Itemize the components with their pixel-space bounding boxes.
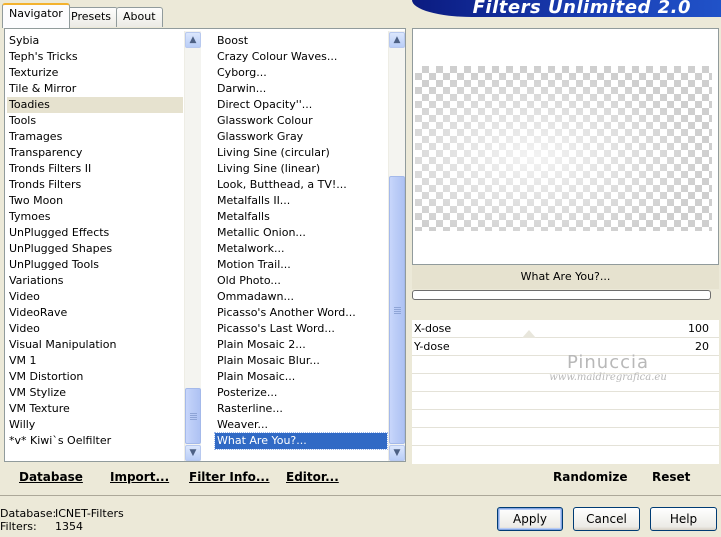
footer-filters-label: Filters: bbox=[0, 520, 37, 533]
param-value: 100 bbox=[688, 322, 709, 335]
scroll-up-icon[interactable]: ▲ bbox=[185, 32, 201, 48]
list-item[interactable]: Two Moon bbox=[7, 193, 183, 209]
cancel-button[interactable]: Cancel bbox=[573, 507, 640, 531]
list-item[interactable]: Texturize bbox=[7, 65, 183, 81]
list-item[interactable]: Tools bbox=[7, 113, 183, 129]
list-item[interactable]: Living Sine (circular) bbox=[215, 145, 387, 161]
param-label: Y-dose bbox=[414, 340, 450, 353]
list-item[interactable]: Visual Manipulation bbox=[7, 337, 183, 353]
footer-database-label: Database: bbox=[0, 507, 57, 520]
watermark: Pinuccia www.maidiregrafica.eu bbox=[498, 352, 718, 383]
list-item[interactable]: Tramages bbox=[7, 129, 183, 145]
list-item[interactable]: Picasso's Last Word... bbox=[215, 321, 387, 337]
list-item[interactable]: Glasswork Gray bbox=[215, 129, 387, 145]
list-item[interactable]: Living Sine (linear) bbox=[215, 161, 387, 177]
list-item[interactable]: Old Photo... bbox=[215, 273, 387, 289]
list-item[interactable]: Boost bbox=[215, 33, 387, 49]
list-item[interactable]: Tymoes bbox=[7, 209, 183, 225]
tab-bar: Navigator Presets About bbox=[0, 0, 400, 28]
database-button[interactable]: Database bbox=[19, 470, 83, 484]
list-item[interactable]: UnPlugged Shapes bbox=[7, 241, 183, 257]
footer-filters-value: 1354 bbox=[55, 520, 83, 533]
list-item[interactable]: Teph's Tricks bbox=[7, 49, 183, 65]
footer-database-value: ICNET-Filters bbox=[55, 507, 124, 520]
list-item[interactable]: Plain Mosaic 2... bbox=[215, 337, 387, 353]
list-item[interactable]: Picasso's Another Word... bbox=[215, 305, 387, 321]
scroll-down-icon[interactable]: ▼ bbox=[389, 445, 405, 461]
filter-scrollbar[interactable]: ▲ ▼ bbox=[388, 31, 405, 461]
selected-filter-title: What Are You?... bbox=[412, 265, 719, 289]
list-item[interactable]: Transparency bbox=[7, 145, 183, 161]
param-label: X-dose bbox=[414, 322, 452, 335]
list-item[interactable]: Plain Mosaic Blur... bbox=[215, 353, 387, 369]
list-item[interactable]: Weaver... bbox=[215, 417, 387, 433]
list-item[interactable]: Rasterline... bbox=[215, 401, 387, 417]
import-button[interactable]: Import... bbox=[110, 470, 169, 484]
editor-button[interactable]: Editor... bbox=[286, 470, 339, 484]
watermark-site: www.maidiregrafica.eu bbox=[549, 372, 667, 383]
tab-presets[interactable]: Presets bbox=[64, 7, 119, 27]
list-item[interactable]: Video bbox=[7, 289, 183, 305]
parameter-panel: X-dose 100 Y-dose 20 Pinuccia www.maidir… bbox=[412, 320, 719, 464]
list-item[interactable]: Ommadawn... bbox=[215, 289, 387, 305]
reset-button[interactable]: Reset bbox=[652, 470, 690, 484]
list-item[interactable]: What Are You?... bbox=[214, 432, 388, 450]
list-item[interactable]: UnPlugged Effects bbox=[7, 225, 183, 241]
list-item[interactable]: Willy bbox=[7, 417, 183, 433]
tab-about[interactable]: About bbox=[116, 7, 163, 27]
list-item[interactable]: Darwin... bbox=[215, 81, 387, 97]
list-item[interactable]: Metalfalls bbox=[215, 209, 387, 225]
list-item[interactable]: Toadies bbox=[7, 97, 183, 113]
list-item[interactable]: VM Stylize bbox=[7, 385, 183, 401]
list-item[interactable]: *v* Kiwi`s Oelfilter bbox=[7, 433, 183, 449]
help-button[interactable]: Help bbox=[650, 507, 717, 531]
list-item[interactable]: UnPlugged Tools bbox=[7, 257, 183, 273]
list-item[interactable]: VideoRave bbox=[7, 305, 183, 321]
list-item[interactable]: VM Distortion bbox=[7, 369, 183, 385]
list-item[interactable]: Tronds Filters bbox=[7, 177, 183, 193]
scroll-down-icon[interactable]: ▼ bbox=[185, 445, 201, 461]
list-item[interactable]: Plain Mosaic... bbox=[215, 369, 387, 385]
list-item[interactable]: Glasswork Colour bbox=[215, 113, 387, 129]
category-list: Sybia Teph's Tricks Texturize Tile & Mirror… bbox=[7, 33, 183, 449]
list-item[interactable]: Posterize... bbox=[215, 385, 387, 401]
progress-bar bbox=[412, 290, 711, 300]
list-item[interactable]: VM 1 bbox=[7, 353, 183, 369]
list-item[interactable]: Video bbox=[7, 321, 183, 337]
list-item[interactable]: Tronds Filters II bbox=[7, 161, 183, 177]
randomize-button[interactable]: Randomize bbox=[553, 470, 627, 484]
category-scroll-thumb[interactable] bbox=[185, 388, 201, 444]
filter-scroll-thumb[interactable] bbox=[389, 176, 405, 444]
watermark-name: Pinuccia bbox=[566, 352, 650, 373]
list-item[interactable]: Metallic Onion... bbox=[215, 225, 387, 241]
preview-panel bbox=[412, 28, 719, 265]
list-item[interactable]: Motion Trail... bbox=[215, 257, 387, 273]
category-scrollbar[interactable]: ▲ ▼ bbox=[184, 31, 201, 461]
list-item[interactable]: Metalfalls II... bbox=[215, 193, 387, 209]
list-item[interactable]: Crazy Colour Waves... bbox=[215, 49, 387, 65]
tab-navigator[interactable]: Navigator bbox=[2, 3, 70, 28]
list-item[interactable]: VM Texture bbox=[7, 401, 183, 417]
apply-button[interactable]: Apply bbox=[497, 507, 563, 531]
filter-list: Boost Crazy Colour Waves... Cyborg... Darwi… bbox=[214, 33, 388, 450]
list-item[interactable]: Metalwork... bbox=[215, 241, 387, 257]
param-row-x-dose[interactable]: X-dose 100 bbox=[412, 320, 719, 338]
header-banner: Filters Unlimited 2.0 bbox=[412, 0, 721, 18]
filter-info-button[interactable]: Filter Info... bbox=[189, 470, 270, 484]
list-item[interactable]: Variations bbox=[7, 273, 183, 289]
list-item[interactable]: Tile & Mirror bbox=[7, 81, 183, 97]
scroll-up-icon[interactable]: ▲ bbox=[389, 32, 405, 48]
list-item[interactable]: Sybia bbox=[7, 33, 183, 49]
list-item[interactable]: Look, Butthead, a TV!... bbox=[215, 177, 387, 193]
app-title: Filters Unlimited 2.0 bbox=[472, 0, 691, 18]
list-item[interactable]: Direct Opacity''... bbox=[215, 97, 387, 113]
divider bbox=[0, 495, 721, 496]
list-item[interactable]: Cyborg... bbox=[215, 65, 387, 81]
navigator-panel: Sybia Teph's Tricks Texturize Tile & Mirror… bbox=[4, 28, 406, 462]
slider-marker-icon bbox=[522, 330, 536, 338]
